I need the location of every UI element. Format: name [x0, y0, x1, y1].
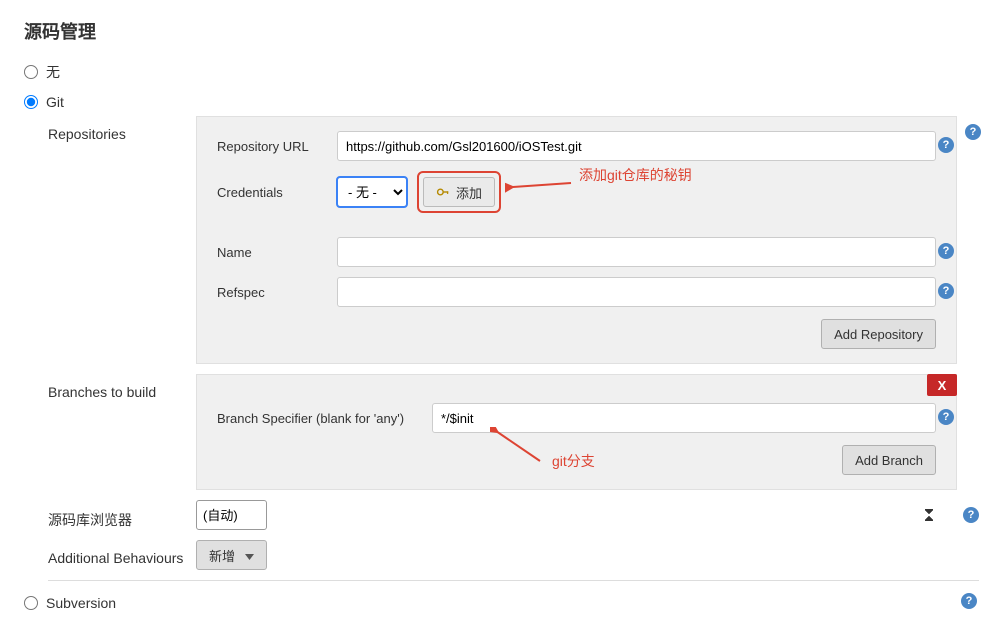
scm-radio-svn[interactable]: [24, 596, 38, 610]
add-behaviour-label: 新增: [209, 546, 235, 565]
add-behaviour-button[interactable]: 新增: [196, 540, 267, 570]
name-input[interactable]: [337, 237, 936, 267]
help-icon[interactable]: ?: [938, 409, 954, 425]
scm-label-none: 无: [46, 62, 60, 82]
key-icon: [436, 185, 450, 199]
credentials-select[interactable]: - 无 -: [337, 177, 407, 207]
help-icon[interactable]: ?: [965, 124, 981, 140]
chevron-down-icon: [245, 548, 254, 563]
help-icon[interactable]: ?: [938, 243, 954, 259]
credentials-label: Credentials: [217, 185, 337, 200]
branches-panel: X Branch Specifier (blank for 'any') git…: [196, 374, 957, 490]
browser-select[interactable]: (自动): [196, 500, 267, 530]
branch-specifier-label: Branch Specifier (blank for 'any'): [217, 411, 432, 426]
scm-radio-git[interactable]: [24, 95, 38, 109]
scm-label-git: Git: [46, 94, 64, 110]
annotation-text: 添加git仓库的秘钥: [579, 165, 692, 185]
repo-url-label: Repository URL: [217, 139, 337, 154]
scm-label-svn: Subversion: [46, 595, 116, 611]
refspec-input[interactable]: [337, 277, 936, 307]
scm-option-svn[interactable]: Subversion ?: [0, 589, 999, 617]
name-label: Name: [217, 245, 337, 260]
section-title: 源码管理: [0, 0, 999, 56]
scm-radio-none[interactable]: [24, 65, 38, 79]
help-icon[interactable]: ?: [938, 137, 954, 153]
delete-branch-button[interactable]: X: [927, 374, 957, 396]
branch-specifier-input[interactable]: [432, 403, 936, 433]
add-repository-button[interactable]: Add Repository: [821, 319, 936, 349]
scm-option-none[interactable]: 无: [0, 56, 999, 88]
annotation-box: 添加: [417, 171, 501, 213]
help-icon[interactable]: ?: [938, 283, 954, 299]
add-credentials-label: 添加: [456, 183, 482, 202]
repositories-panel: Repository URL ? Credentials - 无 -: [196, 116, 957, 364]
help-icon[interactable]: ?: [963, 507, 979, 523]
add-credentials-button[interactable]: 添加: [423, 177, 495, 207]
divider: [48, 580, 979, 581]
annotation-arrow: [505, 173, 575, 197]
browser-label: 源码库浏览器: [48, 500, 196, 530]
repo-url-input[interactable]: [337, 131, 936, 161]
refspec-label: Refspec: [217, 285, 337, 300]
scm-option-git[interactable]: Git: [0, 88, 999, 116]
additional-label: Additional Behaviours: [48, 540, 196, 566]
repositories-label: Repositories: [48, 116, 196, 142]
help-icon[interactable]: ?: [961, 593, 977, 609]
branches-label: Branches to build: [48, 374, 196, 400]
add-branch-button[interactable]: Add Branch: [842, 445, 936, 475]
